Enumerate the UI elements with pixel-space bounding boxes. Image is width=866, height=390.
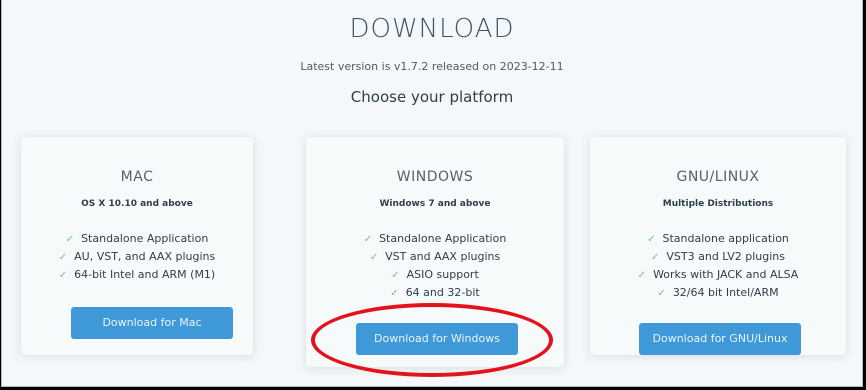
platform-card-mac: MAC OS X 10.10 and above ✓ Standalone App… [21, 137, 253, 355]
feature-item: ✓ Standalone Application [21, 230, 253, 248]
platform-name: GNU/LINUX [676, 169, 760, 185]
checkmark-icon: ✓ [390, 288, 399, 299]
feature-item: ✓ Works with JACK and ALSA [590, 266, 846, 284]
feature-item: ✓ VST and AAX plugins [306, 248, 564, 266]
platform-name: MAC [120, 169, 154, 185]
checkmark-icon: ✓ [65, 234, 75, 245]
download-linux-button[interactable]: Download for GNU/Linux [639, 323, 801, 355]
download-mac-button[interactable]: Download for Mac [71, 307, 233, 339]
checkmark-icon: ✓ [657, 288, 666, 299]
platform-name: WINDOWS [396, 169, 474, 185]
feature-item: ✓ 32/64 bit Intel/ARM [590, 284, 846, 302]
feature-item: ✓ Standalone application [590, 230, 846, 248]
platform-requirement: OS X 10.10 and above [81, 199, 193, 209]
checkmark-icon: ✓ [647, 234, 656, 245]
checkmark-icon: ✓ [369, 252, 379, 263]
page-title: DOWNLOAD [349, 14, 515, 44]
platform-card-linux: GNU/LINUX Multiple Distributions ✓ Standa… [590, 137, 846, 355]
checkmark-icon: ✓ [391, 270, 400, 281]
download-section: DOWNLOAD Latest version is v1.7.2 releas… [1, 0, 863, 387]
platform-requirement: Multiple Distributions [662, 199, 774, 209]
download-windows-button[interactable]: Download for Windows [356, 323, 518, 355]
feature-item: ✓ 64-bit Intel and ARM (M1) [21, 266, 253, 284]
platform-prompt: Choose your platform [350, 88, 514, 106]
feature-item: ✓ AU, VST, and AAX plugins [21, 248, 253, 266]
feature-list: ✓ Standalone Application ✓ VST and AAX plu… [306, 230, 564, 302]
platform-requirement: Windows 7 and above [379, 199, 491, 209]
feature-item: ✓ 64 and 32-bit [306, 284, 564, 302]
feature-item: ✓ Standalone Application [306, 230, 564, 248]
checkmark-icon: ✓ [651, 252, 660, 263]
checkmark-icon: ✓ [637, 270, 647, 281]
checkmark-icon: ✓ [58, 252, 68, 263]
checkmark-icon: ✓ [58, 270, 68, 281]
checkmark-icon: ✓ [363, 234, 373, 245]
feature-item: ✓ VST3 and LV2 plugins [590, 248, 846, 266]
platform-card-windows: WINDOWS Windows 7 and above ✓ Standalone … [306, 137, 564, 367]
feature-list: ✓ Standalone Application ✓ AU, VST, and AA… [21, 230, 253, 284]
version-info: Latest version is v1.7.2 released on 202… [300, 60, 564, 73]
feature-list: ✓ Standalone application ✓ VST3 and LV2 pl… [590, 230, 846, 302]
feature-item: ✓ ASIO support [306, 266, 564, 284]
